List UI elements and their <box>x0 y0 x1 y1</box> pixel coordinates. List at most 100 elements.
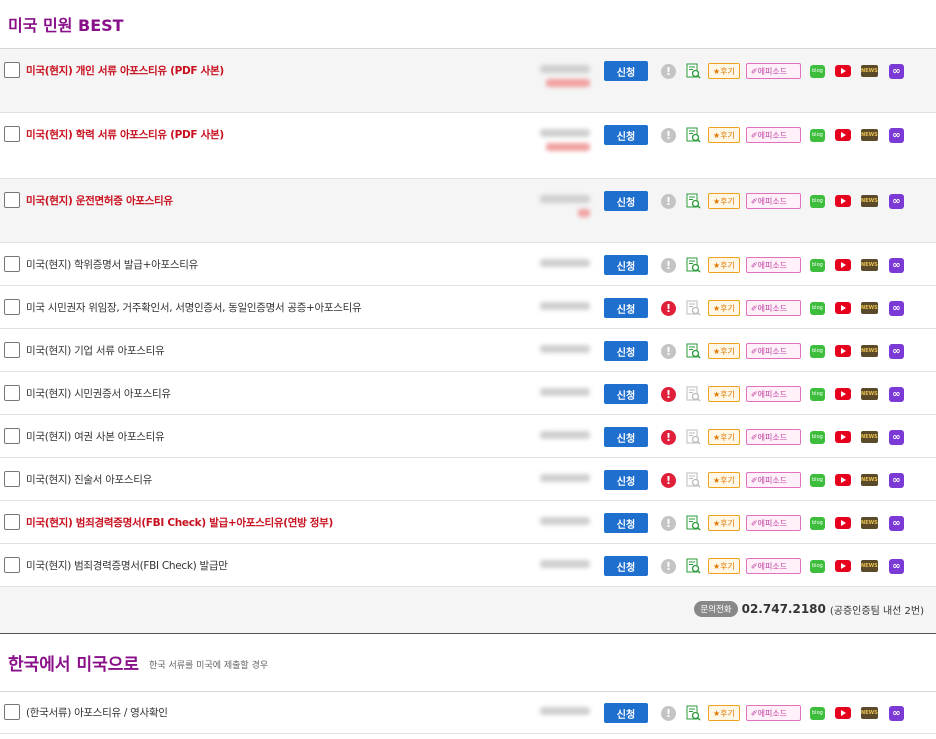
link-icon[interactable]: ∞ <box>888 705 904 721</box>
episode-button[interactable]: ✐에피소드 <box>745 705 801 721</box>
document-preview-icon[interactable] <box>685 429 701 445</box>
blog-icon[interactable]: blog <box>809 258 825 272</box>
blog-icon[interactable]: blog <box>809 344 825 358</box>
document-preview-icon[interactable] <box>685 472 701 488</box>
document-preview-icon[interactable] <box>685 515 701 531</box>
document-preview-icon[interactable] <box>685 558 701 574</box>
youtube-icon[interactable] <box>834 259 851 271</box>
episode-button[interactable]: ✐에피소드 <box>745 127 801 143</box>
document-preview-icon[interactable] <box>685 127 701 143</box>
item-name[interactable]: 미국(현지) 범죄경력증명서(FBI Check) 발급+아포스티유(연방 정부… <box>26 515 333 530</box>
apply-button[interactable]: 신청 <box>604 61 648 81</box>
select-checkbox[interactable] <box>4 126 20 142</box>
episode-button[interactable]: ✐에피소드 <box>745 193 801 209</box>
document-preview-icon[interactable] <box>685 63 701 79</box>
link-icon[interactable]: ∞ <box>888 472 904 488</box>
item-name[interactable]: 미국(현지) 기업 서류 아포스티유 <box>26 343 165 358</box>
youtube-icon[interactable] <box>834 517 851 529</box>
link-icon[interactable]: ∞ <box>888 257 904 273</box>
review-button[interactable]: ★후기 <box>708 193 740 209</box>
episode-button[interactable]: ✐에피소드 <box>745 300 801 316</box>
news-icon[interactable]: NEWS <box>860 195 878 207</box>
link-icon[interactable]: ∞ <box>888 127 904 143</box>
review-button[interactable]: ★후기 <box>708 429 740 445</box>
review-button[interactable]: ★후기 <box>708 386 740 402</box>
item-name[interactable]: 미국(현지) 개인 서류 아포스티유 (PDF 사본) <box>26 63 224 78</box>
item-name[interactable]: 미국(현지) 여권 사본 아포스티유 <box>26 429 165 444</box>
notice-icon[interactable]: ! <box>661 558 676 574</box>
review-button[interactable]: ★후기 <box>708 343 740 359</box>
youtube-icon[interactable] <box>834 388 851 400</box>
youtube-icon[interactable] <box>834 129 851 141</box>
youtube-icon[interactable] <box>834 431 851 443</box>
episode-button[interactable]: ✐에피소드 <box>745 63 801 79</box>
notice-icon[interactable]: ! <box>661 705 676 721</box>
notice-icon[interactable]: ! <box>661 343 676 359</box>
news-icon[interactable]: NEWS <box>860 474 878 486</box>
news-icon[interactable]: NEWS <box>860 65 878 77</box>
review-button[interactable]: ★후기 <box>708 63 740 79</box>
apply-button[interactable]: 신청 <box>604 703 648 723</box>
review-button[interactable]: ★후기 <box>708 705 740 721</box>
review-button[interactable]: ★후기 <box>708 472 740 488</box>
item-name[interactable]: 미국 시민권자 위임장, 거주확인서, 서명인증서, 동일인증명서 공증+아포스… <box>26 300 362 315</box>
youtube-icon[interactable] <box>834 65 851 77</box>
document-preview-icon[interactable] <box>685 386 701 402</box>
item-name[interactable]: 미국(현지) 시민권증서 아포스티유 <box>26 386 171 401</box>
apply-button[interactable]: 신청 <box>604 298 648 318</box>
link-icon[interactable]: ∞ <box>888 386 904 402</box>
news-icon[interactable]: NEWS <box>860 388 878 400</box>
select-checkbox[interactable] <box>4 557 20 573</box>
episode-button[interactable]: ✐에피소드 <box>745 257 801 273</box>
phone-number[interactable]: 02.747.2180 <box>742 602 826 616</box>
notice-icon[interactable]: ! <box>661 300 676 316</box>
apply-button[interactable]: 신청 <box>604 125 648 145</box>
news-icon[interactable]: NEWS <box>860 345 878 357</box>
apply-button[interactable]: 신청 <box>604 556 648 576</box>
blog-icon[interactable]: blog <box>809 194 825 208</box>
document-preview-icon[interactable] <box>685 705 701 721</box>
notice-icon[interactable]: ! <box>661 257 676 273</box>
apply-button[interactable]: 신청 <box>604 427 648 447</box>
apply-button[interactable]: 신청 <box>604 255 648 275</box>
news-icon[interactable]: NEWS <box>860 129 878 141</box>
youtube-icon[interactable] <box>834 560 851 572</box>
select-checkbox[interactable] <box>4 62 20 78</box>
link-icon[interactable]: ∞ <box>888 193 904 209</box>
review-button[interactable]: ★후기 <box>708 127 740 143</box>
select-checkbox[interactable] <box>4 471 20 487</box>
review-button[interactable]: ★후기 <box>708 300 740 316</box>
episode-button[interactable]: ✐에피소드 <box>745 558 801 574</box>
episode-button[interactable]: ✐에피소드 <box>745 343 801 359</box>
review-button[interactable]: ★후기 <box>708 515 740 531</box>
youtube-icon[interactable] <box>834 302 851 314</box>
news-icon[interactable]: NEWS <box>860 560 878 572</box>
review-button[interactable]: ★후기 <box>708 257 740 273</box>
news-icon[interactable]: NEWS <box>860 259 878 271</box>
blog-icon[interactable]: blog <box>809 473 825 487</box>
document-preview-icon[interactable] <box>685 257 701 273</box>
blog-icon[interactable]: blog <box>809 128 825 142</box>
blog-icon[interactable]: blog <box>809 301 825 315</box>
episode-button[interactable]: ✐에피소드 <box>745 429 801 445</box>
news-icon[interactable]: NEWS <box>860 431 878 443</box>
select-checkbox[interactable] <box>4 428 20 444</box>
notice-icon[interactable]: ! <box>661 515 676 531</box>
select-checkbox[interactable] <box>4 704 20 720</box>
blog-icon[interactable]: blog <box>809 430 825 444</box>
news-icon[interactable]: NEWS <box>860 707 878 719</box>
notice-icon[interactable]: ! <box>661 63 676 79</box>
link-icon[interactable]: ∞ <box>888 558 904 574</box>
item-name[interactable]: (한국서류) 아포스티유 / 영사확인 <box>26 705 168 720</box>
youtube-icon[interactable] <box>834 474 851 486</box>
apply-button[interactable]: 신청 <box>604 341 648 361</box>
select-checkbox[interactable] <box>4 192 20 208</box>
notice-icon[interactable]: ! <box>661 386 676 402</box>
document-preview-icon[interactable] <box>685 193 701 209</box>
apply-button[interactable]: 신청 <box>604 513 648 533</box>
item-name[interactable]: 미국(현지) 운전면허증 아포스티유 <box>26 193 173 208</box>
blog-icon[interactable]: blog <box>809 516 825 530</box>
select-checkbox[interactable] <box>4 256 20 272</box>
episode-button[interactable]: ✐에피소드 <box>745 515 801 531</box>
youtube-icon[interactable] <box>834 707 851 719</box>
